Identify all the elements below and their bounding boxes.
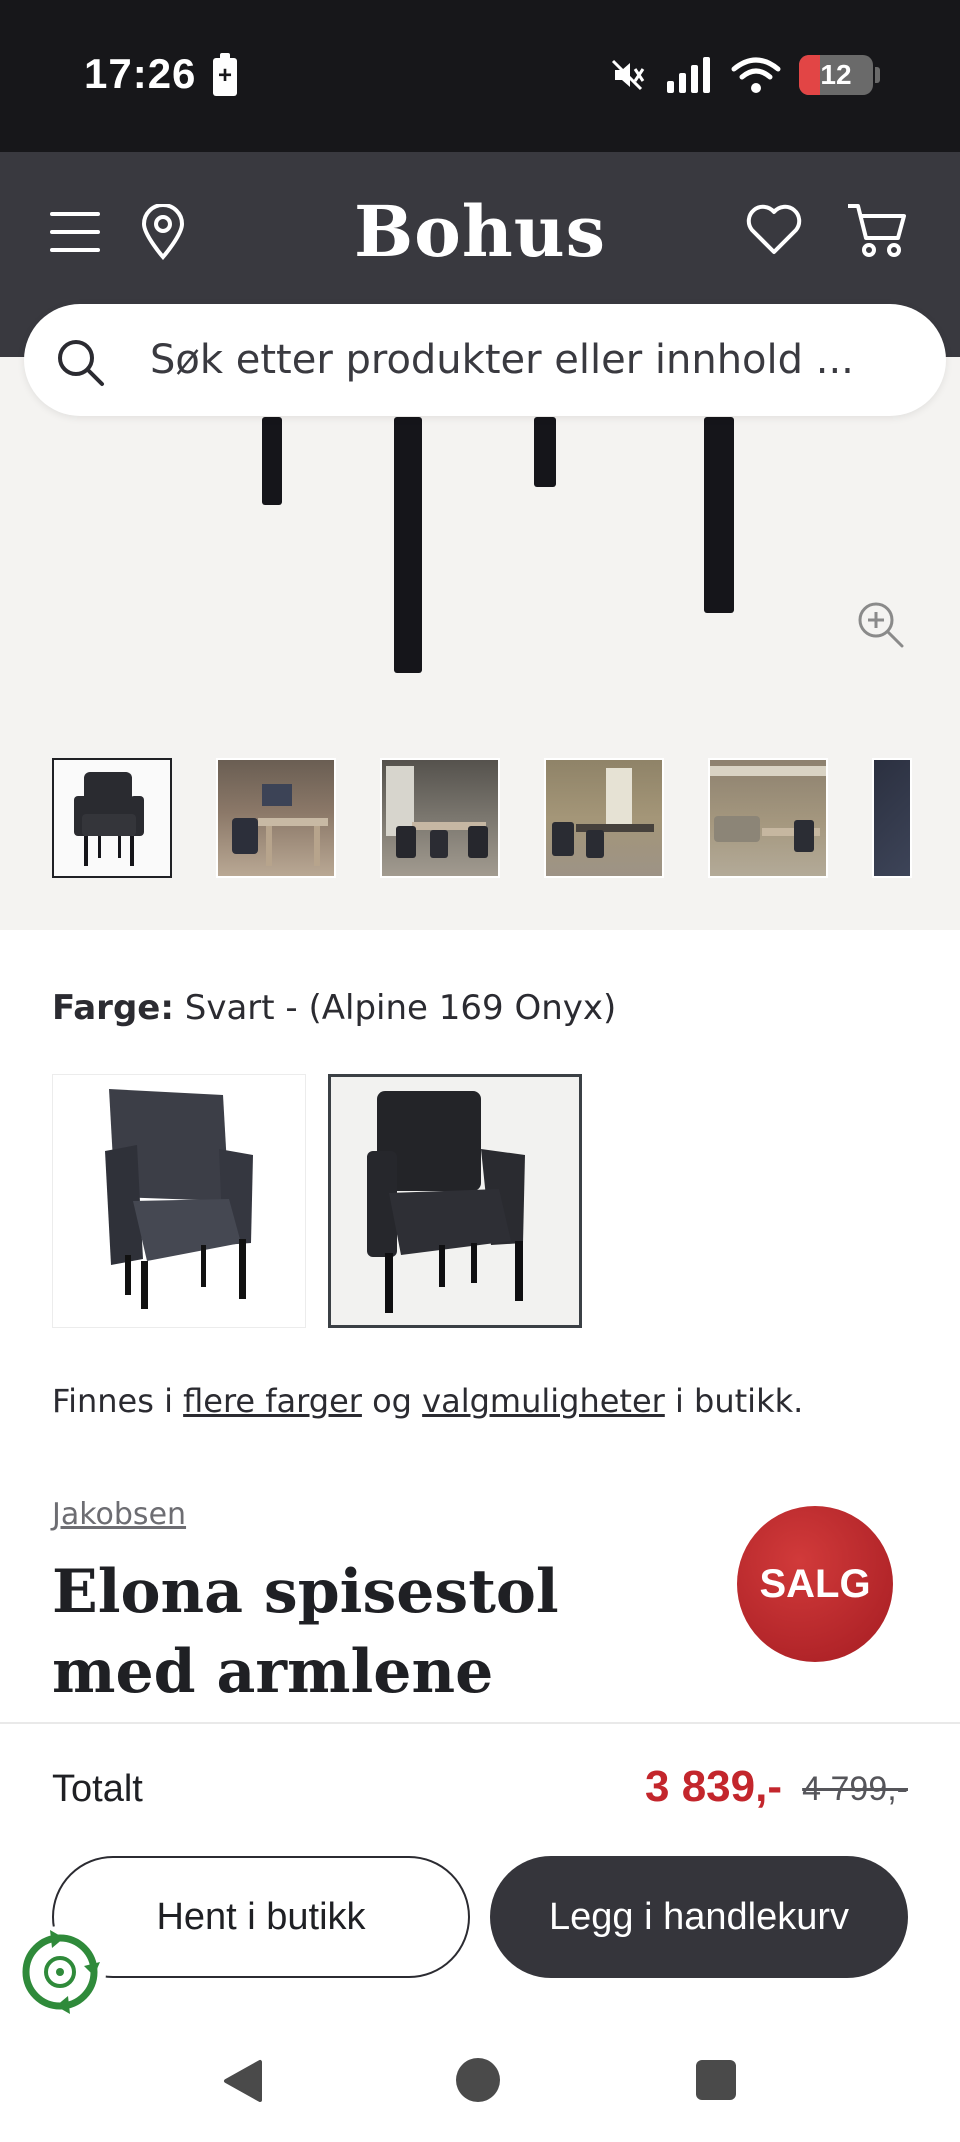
chair-onyx-image (367, 1091, 525, 1313)
color-swatch-onyx[interactable] (328, 1074, 582, 1328)
status-time: 17:26 (84, 50, 197, 97)
chair-velvet-image (105, 1089, 253, 1309)
status-bar: 17:26 + 12 (0, 0, 960, 152)
room-thumb-image (710, 766, 826, 852)
battery-charging-icon: + (213, 53, 237, 96)
heart-icon[interactable] (746, 204, 802, 256)
cart-icon[interactable] (846, 202, 908, 258)
chair-leg (262, 417, 282, 505)
options-link[interactable]: valgmuligheter (422, 1382, 665, 1420)
recent-apps-icon[interactable] (696, 2060, 736, 2100)
chair-leg (534, 417, 556, 487)
wifi-icon (731, 57, 781, 93)
current-price: 3 839,- (645, 1762, 782, 1811)
room-thumb-image (552, 768, 654, 858)
battery-tip (875, 67, 880, 83)
chair-leg (704, 417, 734, 613)
search-icon (58, 340, 104, 386)
thumbnail-6[interactable] (872, 758, 912, 878)
color-label-value: Svart - (Alpine 169 Onyx) (184, 988, 617, 1028)
back-icon[interactable] (220, 2058, 264, 2104)
search-input[interactable] (150, 330, 910, 390)
color-swatch-velvet[interactable] (52, 1074, 306, 1328)
availability-text: Finnes i flere farger og valgmuligheter … (52, 1382, 803, 1420)
room-thumb-image (386, 766, 488, 858)
room-thumb-image (232, 784, 328, 866)
old-price: 4 799,- (802, 1770, 908, 1808)
color-label-key: Farge: (52, 988, 174, 1028)
add-to-cart-button[interactable]: Legg i handlekurv (490, 1856, 908, 1978)
product-title: Elona spisestol med armlene (52, 1557, 559, 1707)
chair-thumb-image (74, 772, 144, 866)
thumbnail-4[interactable] (544, 758, 664, 878)
availability-suffix: i butikk. (674, 1382, 804, 1420)
pickup-in-store-button[interactable]: Hent i butikk (52, 1856, 470, 1978)
signal-icon (667, 57, 710, 93)
more-colors-link[interactable]: flere farger (183, 1382, 362, 1420)
zoom-in-icon[interactable] (856, 600, 906, 650)
eco-recycle-icon[interactable] (14, 1926, 106, 2018)
home-icon[interactable] (456, 2058, 500, 2102)
logo[interactable]: Bohus (0, 190, 960, 273)
battery-percent: 12 (820, 59, 852, 90)
thumbnail-1[interactable] (52, 758, 172, 878)
battery-icon: 12 (799, 55, 873, 95)
search-bar[interactable] (24, 304, 946, 416)
brand-link[interactable]: Jakobsen (52, 1497, 186, 1532)
sale-badge: SALG (737, 1506, 893, 1662)
chair-leg (394, 417, 422, 673)
color-label: Farge: Svart - (Alpine 169 Onyx) (52, 988, 616, 1028)
status-icons: 12 (607, 48, 880, 102)
mute-icon (611, 59, 645, 91)
system-nav-bar (0, 2020, 960, 2142)
thumbnail-5[interactable] (708, 758, 828, 878)
purchase-bar: Totalt 3 839,- 4 799,- Hent i butikk Leg… (0, 1722, 960, 2020)
total-label: Totalt (52, 1768, 143, 1810)
availability-middle: og (372, 1382, 412, 1420)
thumbnail-2[interactable] (216, 758, 336, 878)
availability-prefix: Finnes i (52, 1382, 173, 1420)
thumbnail-3[interactable] (380, 758, 500, 878)
thumbnail-strip (0, 758, 960, 878)
